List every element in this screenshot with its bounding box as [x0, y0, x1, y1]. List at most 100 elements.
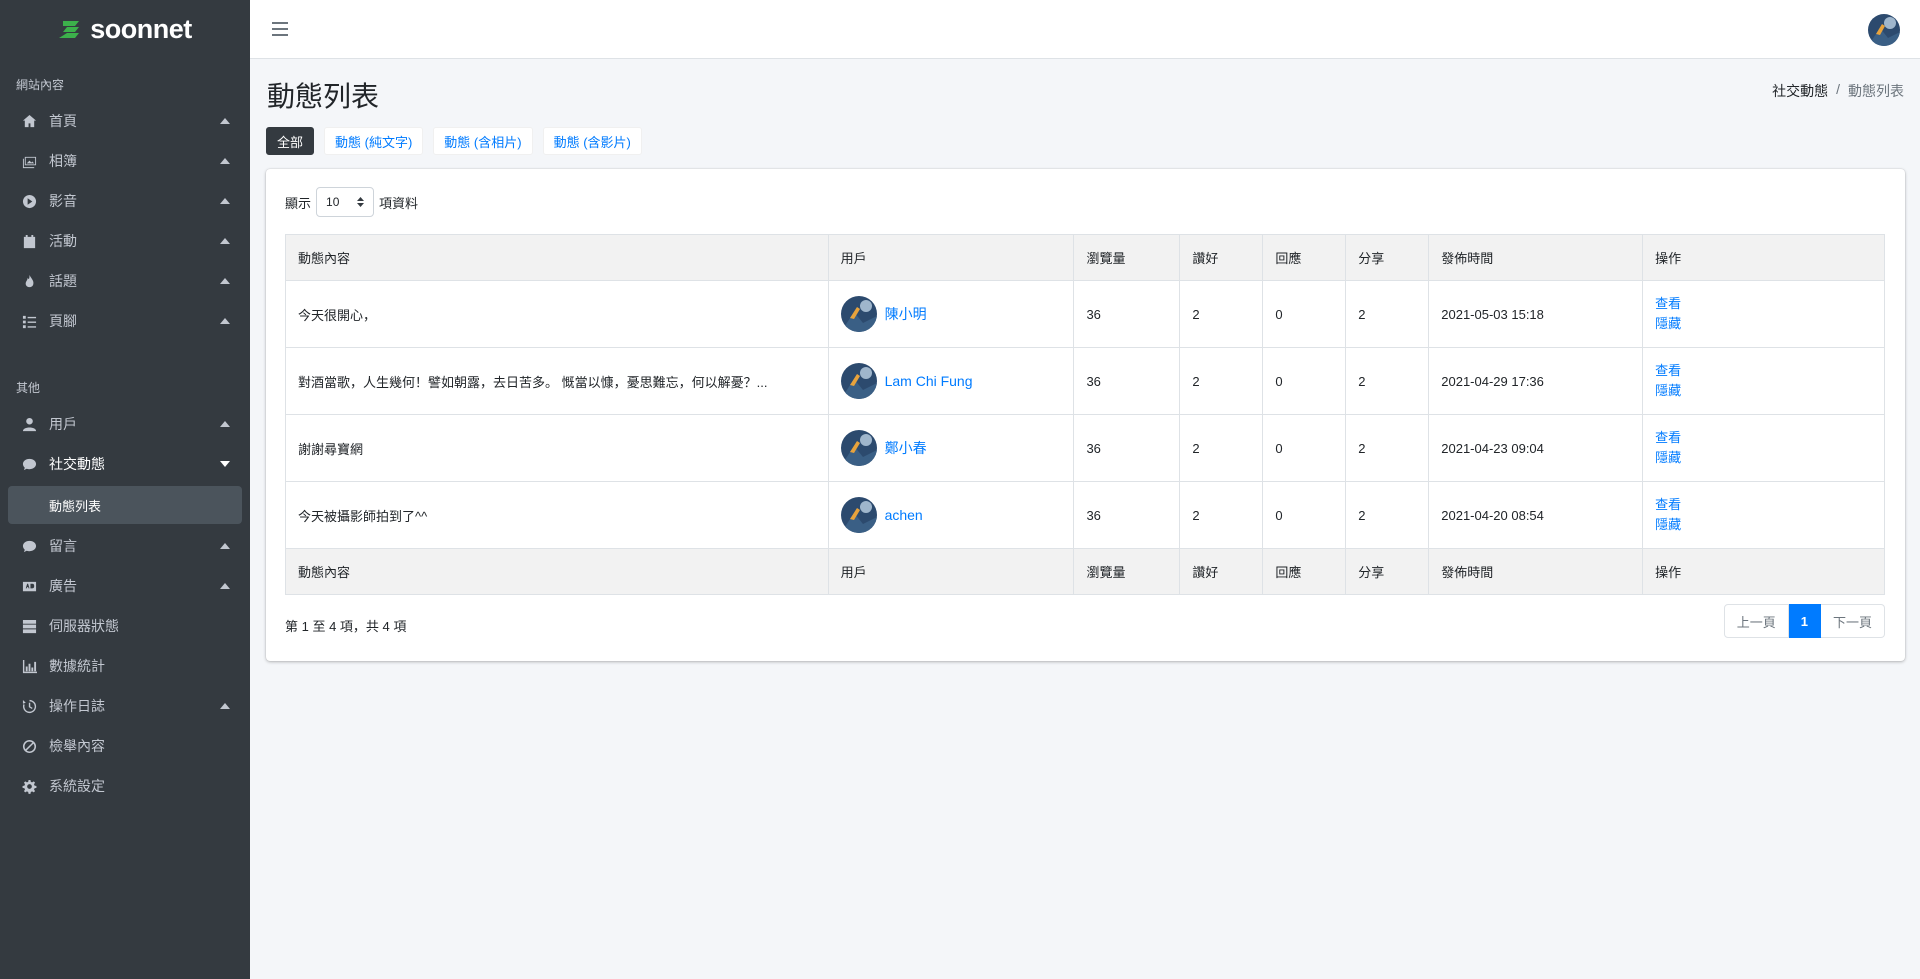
shares-cell: 2: [1345, 414, 1430, 482]
page-length-prefix: 顯示: [285, 195, 312, 211]
table-header-row: 動態內容 用戶 瀏覽量 讚好 回應 分享 發佈時間 操作: [285, 234, 1885, 281]
sidebar-item-label: 頁腳: [49, 313, 77, 329]
sidebar-item-label: 首頁: [49, 113, 77, 129]
pagination: 上一頁 1 下一頁: [1723, 604, 1885, 638]
sidebar-item-topics[interactable]: 話題: [8, 261, 242, 301]
hide-link[interactable]: 隱藏: [1655, 516, 1872, 534]
user-link[interactable]: Lam Chi Fung: [885, 373, 973, 389]
sidebar-item-events[interactable]: 活動: [8, 221, 242, 261]
likes-cell: 2: [1179, 280, 1264, 348]
column-header[interactable]: 發佈時間: [1428, 234, 1644, 281]
post-content: 今天很開心，: [285, 280, 829, 348]
posts-card: 顯示 10 項資料 動態內容 用戶 瀏覽量 讚好 回應 分享 發佈時間 操作 今…: [266, 169, 1905, 661]
sidebar-item-users[interactable]: 用戶: [8, 404, 242, 444]
replies-cell: 0: [1262, 481, 1347, 549]
sidebar-item-label: 社交動態: [49, 456, 105, 472]
likes-cell: 2: [1179, 347, 1264, 415]
view-link[interactable]: 查看: [1655, 362, 1872, 380]
chevron-up-icon: [220, 581, 230, 591]
sidebar-item-album[interactable]: 相簿: [8, 141, 242, 181]
top-navbar: [250, 0, 1920, 59]
column-footer: 瀏覽量: [1073, 548, 1181, 595]
user-link[interactable]: achen: [885, 507, 923, 523]
sidebar-item-label: 相簿: [49, 153, 77, 169]
sidebar-item-logs[interactable]: 操作日誌: [8, 686, 242, 726]
select-arrows-icon: [357, 197, 365, 207]
sidebar-item-home[interactable]: 首頁: [8, 101, 242, 141]
user-avatar[interactable]: [1868, 14, 1900, 46]
page-1-button[interactable]: 1: [1788, 604, 1821, 638]
user-cell: 鄭小春: [827, 414, 1075, 482]
brand-name: soonnet: [90, 13, 192, 44]
sidebar-item-reports[interactable]: 檢舉內容: [8, 726, 242, 766]
likes-cell: 2: [1179, 414, 1264, 482]
user-link[interactable]: 鄭小春: [885, 438, 927, 458]
hide-link[interactable]: 隱藏: [1655, 449, 1872, 467]
filter-photo-button[interactable]: 動態 (含相片): [433, 127, 533, 155]
view-link[interactable]: 查看: [1655, 295, 1872, 313]
calendar-icon: [19, 233, 39, 249]
sidebar-item-social[interactable]: 社交動態: [8, 444, 242, 484]
avatar: [840, 296, 877, 332]
column-header[interactable]: 讚好: [1179, 234, 1264, 281]
posts-table: 動態內容 用戶 瀏覽量 讚好 回應 分享 發佈時間 操作 今天很開心， 陳小明: [285, 234, 1885, 595]
prev-page-button[interactable]: 上一頁: [1723, 604, 1789, 638]
table-row: 今天被攝影師拍到了^^ achen 36 2 0 2 2021-04-20 08…: [285, 481, 1885, 549]
view-link[interactable]: 查看: [1655, 429, 1872, 447]
column-header[interactable]: 動態內容: [285, 234, 829, 281]
menu-toggle-icon[interactable]: [272, 20, 288, 38]
soonnet-logo-icon: [59, 21, 80, 38]
breadcrumb-item[interactable]: 社交動態: [1772, 81, 1828, 101]
page-length-select[interactable]: 10: [316, 187, 375, 217]
sidebar-item-statistics[interactable]: 數據統計: [8, 646, 242, 686]
nav-section-header: 其他: [16, 381, 41, 395]
breadcrumb: 社交動態 / 動態列表: [1772, 81, 1904, 101]
chevron-up-icon: [220, 316, 230, 326]
user-link[interactable]: 陳小明: [885, 304, 927, 324]
chevron-up-icon: [220, 701, 230, 711]
sidebar-item-label: 系統設定: [49, 778, 105, 794]
sidebar-item-settings[interactable]: 系統設定: [8, 766, 242, 806]
time-cell: 2021-05-03 15:18: [1428, 280, 1644, 348]
column-header: 操作: [1642, 234, 1885, 281]
post-content: 謝謝尋寶網: [285, 414, 829, 482]
next-page-button[interactable]: 下一頁: [1820, 604, 1885, 638]
sidebar-subitem-post-list[interactable]: 動態列表: [8, 486, 242, 524]
hide-link[interactable]: 隱藏: [1655, 315, 1872, 333]
table-row: 對酒當歌，人生幾何！譬如朝露，去日苦多。 慨當以慷，憂思難忘，何以解憂？... …: [285, 347, 1885, 415]
filter-text-button[interactable]: 動態 (純文字): [324, 127, 424, 155]
chevron-up-icon: [220, 236, 230, 246]
home-icon: [19, 113, 39, 129]
filter-bar: 全部 動態 (純文字) 動態 (含相片) 動態 (含影片): [266, 127, 642, 155]
column-header[interactable]: 瀏覽量: [1073, 234, 1181, 281]
column-header[interactable]: 分享: [1345, 234, 1430, 281]
sidebar-item-ads[interactable]: 廣告: [8, 566, 242, 606]
hide-link[interactable]: 隱藏: [1655, 382, 1872, 400]
table-row: 今天很開心， 陳小明 36 2 0 2 2021-05-03 15:18 查看 …: [285, 280, 1885, 348]
column-header[interactable]: 用戶: [827, 234, 1075, 281]
sidebar-item-server-status[interactable]: 伺服器狀態: [8, 606, 242, 646]
column-footer: 用戶: [827, 548, 1075, 595]
time-cell: 2021-04-23 09:04: [1428, 414, 1644, 482]
comment-icon: [19, 456, 39, 472]
sidebar-item-comments[interactable]: 留言: [8, 526, 242, 566]
filter-all-button[interactable]: 全部: [266, 127, 315, 155]
avatar: [840, 363, 877, 399]
view-link[interactable]: 查看: [1655, 496, 1872, 514]
table-footer-row: 動態內容 用戶 瀏覽量 讚好 回應 分享 發佈時間 操作: [285, 548, 1885, 595]
chevron-down-icon: [220, 459, 230, 469]
column-header[interactable]: 回應: [1262, 234, 1347, 281]
chevron-up-icon: [220, 196, 230, 206]
sidebar-item-label: 話題: [49, 273, 77, 289]
actions-cell: 查看 隱藏: [1642, 280, 1885, 348]
column-footer: 動態內容: [285, 548, 829, 595]
nav-section-header: 網站內容: [16, 78, 65, 92]
sidebar-item-footer[interactable]: 頁腳: [8, 301, 242, 341]
views-cell: 36: [1073, 347, 1181, 415]
post-content: 今天被攝影師拍到了^^: [285, 481, 829, 549]
filter-video-button[interactable]: 動態 (含影片): [542, 127, 642, 155]
fire-icon: [19, 273, 39, 289]
sidebar-item-media[interactable]: 影音: [8, 181, 242, 221]
chart-icon: [19, 658, 39, 674]
brand[interactable]: soonnet: [0, 0, 250, 58]
